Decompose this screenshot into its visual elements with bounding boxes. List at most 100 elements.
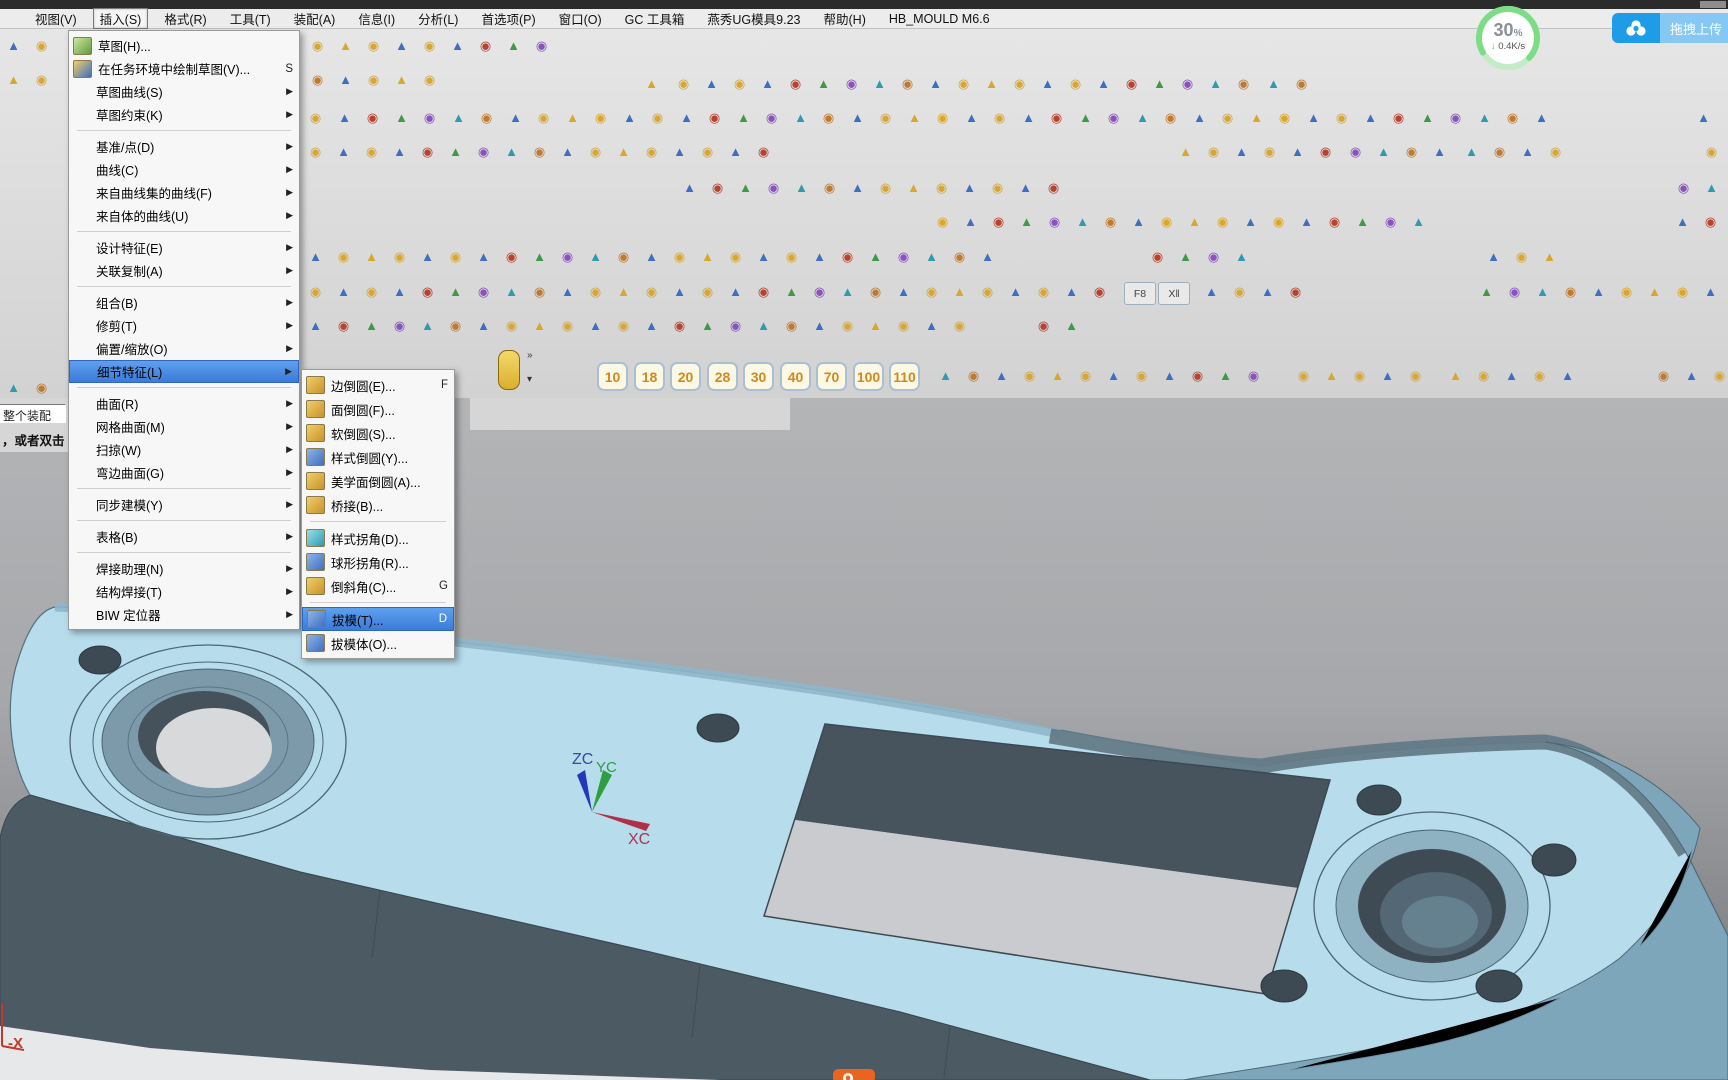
tool-icon[interactable]: ▲: [390, 68, 413, 91]
tool-icon[interactable]: ▲: [333, 106, 356, 129]
tool-icon[interactable]: ◉: [752, 140, 775, 163]
tool-icon[interactable]: ◉: [444, 245, 467, 268]
tool-icon[interactable]: ▲: [1671, 210, 1694, 233]
tool-icon[interactable]: ▲: [1531, 280, 1554, 303]
tool-icon[interactable]: ▲: [1183, 210, 1206, 233]
tool-icon[interactable]: ◉: [388, 245, 411, 268]
tool-icon[interactable]: ◉: [896, 72, 919, 95]
tool-icon[interactable]: ◉: [1652, 364, 1675, 387]
cloud-upload-button[interactable]: 拖拽上传: [1612, 13, 1728, 43]
tool-icon[interactable]: ▲: [332, 280, 355, 303]
tool-icon[interactable]: ▲: [1320, 364, 1343, 387]
tool-icon[interactable]: ◉: [1559, 280, 1582, 303]
tool-icon[interactable]: ◉: [976, 280, 999, 303]
tool-icon[interactable]: ▲: [696, 245, 719, 268]
tool-icon[interactable]: ▲: [864, 245, 887, 268]
tool-icon[interactable]: ◉: [1186, 364, 1209, 387]
tool-icon[interactable]: ▲: [976, 245, 999, 268]
tool-icon[interactable]: ▲: [1239, 210, 1262, 233]
menubar-item[interactable]: 视图(V): [28, 8, 84, 29]
tool-icon[interactable]: ▲: [812, 72, 835, 95]
tool-icon[interactable]: ◉: [304, 106, 327, 129]
mold-size-button[interactable]: 110: [889, 362, 920, 391]
tool-icon[interactable]: ▲: [332, 140, 355, 163]
tool-icon[interactable]: ◉: [1472, 364, 1495, 387]
tool-icon[interactable]: ▲: [1351, 210, 1374, 233]
tool-icon[interactable]: ▲: [1700, 176, 1723, 199]
tool-icon[interactable]: ▲: [752, 245, 775, 268]
tool-icon[interactable]: ◉: [752, 280, 775, 303]
tool-icon[interactable]: ◉: [1228, 280, 1251, 303]
tool-icon[interactable]: ◉: [640, 140, 663, 163]
tool-icon[interactable]: ◉: [1267, 210, 1290, 233]
tool-icon[interactable]: ◉: [1444, 106, 1467, 129]
tool-icon[interactable]: ▲: [1204, 72, 1227, 95]
tool-icon[interactable]: ▲: [1372, 140, 1395, 163]
tool-icon[interactable]: ◉: [818, 176, 841, 199]
tool-icon[interactable]: ◉: [1323, 210, 1346, 233]
mold-size-button[interactable]: 70: [816, 362, 847, 391]
menubar-item[interactable]: 燕秀UG模具9.23: [700, 8, 807, 29]
tool-icon[interactable]: ▲: [1074, 106, 1097, 129]
tool-icon[interactable]: ◉: [640, 280, 663, 303]
tool-icon[interactable]: ◉: [1102, 106, 1125, 129]
tool-icon[interactable]: ◉: [1615, 280, 1638, 303]
mold-size-button[interactable]: 100: [853, 362, 884, 391]
tool-icon[interactable]: ▲: [334, 68, 357, 91]
tool-icon[interactable]: ▲: [903, 106, 926, 129]
tool-icon[interactable]: ◉: [836, 245, 859, 268]
tool-icon[interactable]: ◉: [388, 314, 411, 337]
tool-icon[interactable]: ▲: [789, 106, 812, 129]
tool-icon[interactable]: ▲: [892, 280, 915, 303]
tool-icon[interactable]: ▲: [1102, 364, 1125, 387]
tool-icon[interactable]: ▲: [790, 176, 813, 199]
tool-icon[interactable]: ◉: [864, 280, 887, 303]
tool-icon[interactable]: ◉: [724, 245, 747, 268]
tool-icon[interactable]: ◉: [840, 72, 863, 95]
mold-size-button[interactable]: 28: [707, 362, 738, 391]
tool-icon[interactable]: ▲: [640, 314, 663, 337]
insert-menu-item[interactable]: 草图约束(K)▶: [69, 103, 299, 126]
tool-icon[interactable]: ▲: [502, 34, 525, 57]
tool-icon[interactable]: ◉: [418, 68, 441, 91]
tool-icon[interactable]: ◉: [362, 34, 385, 57]
tool-icon[interactable]: ▲: [756, 72, 779, 95]
tool-icon[interactable]: ◉: [836, 314, 859, 337]
menubar-item[interactable]: HB_MOULD M6.6: [882, 11, 997, 27]
tool-icon[interactable]: ▲: [920, 245, 943, 268]
tool-icon[interactable]: ◉: [1488, 140, 1511, 163]
tool-icon[interactable]: ◉: [1242, 364, 1265, 387]
tool-icon[interactable]: ◉: [1330, 106, 1353, 129]
tool-icon[interactable]: ◉: [1284, 280, 1307, 303]
menubar-item[interactable]: 窗口(O): [552, 8, 609, 29]
detail-submenu-item[interactable]: 样式倒圆(Y)...: [302, 445, 454, 469]
detail-submenu-item[interactable]: 边倒圆(E)...F: [302, 373, 454, 397]
insert-menu-item[interactable]: 基准/点(D)▶: [69, 135, 299, 158]
insert-menu-item[interactable]: 结构焊接(T)▶: [69, 580, 299, 603]
tool-icon[interactable]: ◉: [556, 314, 579, 337]
tool-icon[interactable]: ▲: [1428, 140, 1451, 163]
tool-icon[interactable]: ▲: [1444, 364, 1467, 387]
tool-icon[interactable]: ▲: [724, 280, 747, 303]
tool-icon[interactable]: ◉: [1258, 140, 1281, 163]
tool-icon[interactable]: ▲: [612, 280, 635, 303]
mold-size-button[interactable]: 10: [597, 362, 628, 391]
tool-icon[interactable]: ▲: [1131, 106, 1154, 129]
tool-icon[interactable]: ◉: [1099, 210, 1122, 233]
tool-icon[interactable]: ◉: [332, 314, 355, 337]
tool-icon[interactable]: ◉: [416, 140, 439, 163]
tool-icon[interactable]: ▲: [1071, 210, 1094, 233]
tool-icon[interactable]: ◉: [1292, 364, 1315, 387]
menubar-item[interactable]: 首选项(P): [474, 8, 542, 29]
tool-icon[interactable]: ◉: [668, 245, 691, 268]
tool-icon[interactable]: ▲: [612, 140, 635, 163]
tool-icon[interactable]: ▲: [446, 34, 469, 57]
tool-icon[interactable]: ▲: [1230, 140, 1253, 163]
tool-icon[interactable]: ▲: [444, 140, 467, 163]
tool-icon[interactable]: ◉: [472, 140, 495, 163]
insert-menu-item[interactable]: 曲面(R)▶: [69, 392, 299, 415]
tool-icon[interactable]: ▲: [504, 106, 527, 129]
tool-icon[interactable]: ◉: [416, 280, 439, 303]
tool-icon[interactable]: ▲: [780, 280, 803, 303]
tool-icon[interactable]: ▲: [390, 106, 413, 129]
